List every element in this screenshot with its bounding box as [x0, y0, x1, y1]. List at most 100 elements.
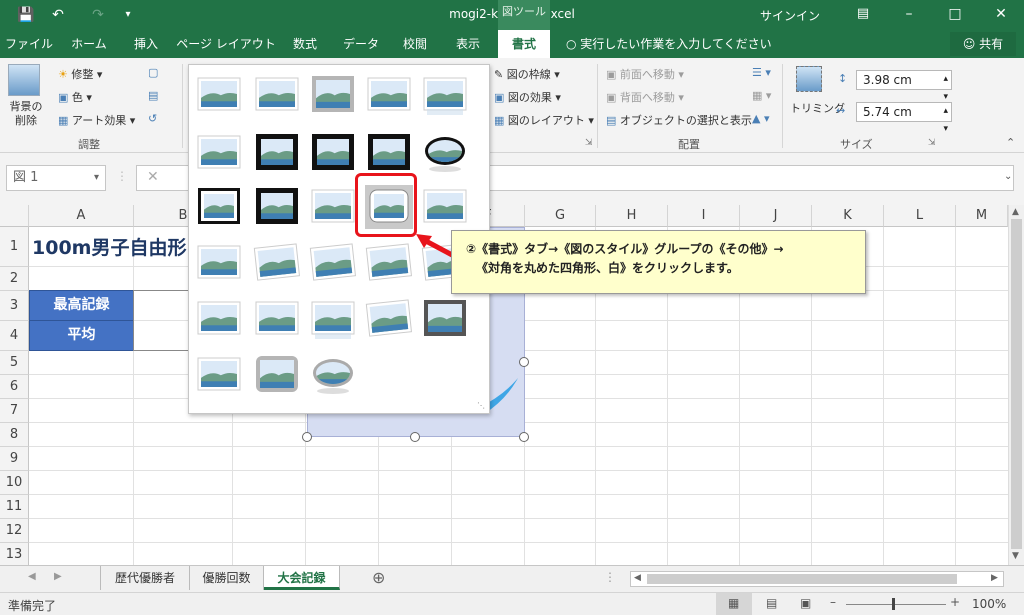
compress-pictures-icon[interactable]: ▢: [148, 66, 158, 79]
scroll-right-icon[interactable]: ▶: [991, 573, 998, 583]
remove-background-button[interactable]: 背景の 削除: [6, 100, 46, 128]
resize-handle[interactable]: [410, 432, 420, 442]
change-picture-icon[interactable]: ▤: [148, 89, 158, 102]
scroll-thumb[interactable]: [1011, 219, 1022, 549]
picture-style-thumbnail[interactable]: [195, 73, 243, 117]
cell-a4-average[interactable]: 平均: [29, 320, 134, 351]
row-header[interactable]: 10: [0, 471, 29, 495]
scroll-thumb[interactable]: [647, 574, 957, 584]
size-dialog-launcher-icon[interactable]: ⇲: [928, 138, 936, 148]
rotate-icon[interactable]: ▲ ▾: [752, 112, 769, 125]
row-header[interactable]: 6: [0, 375, 29, 399]
resize-handle[interactable]: [519, 357, 529, 367]
tab-view[interactable]: 表示: [442, 30, 494, 58]
signin-link[interactable]: サインイン: [760, 7, 820, 24]
picture-style-thumbnail[interactable]: [195, 353, 243, 397]
zoom-level[interactable]: 100%: [972, 597, 1006, 611]
remove-background-icon[interactable]: [8, 64, 40, 96]
picture-style-thumbnail[interactable]: [253, 241, 301, 285]
collapse-ribbon-icon[interactable]: ⌃: [1006, 136, 1015, 149]
sheet-tab-records[interactable]: 大会記録: [264, 566, 340, 590]
ribbon-display-options-icon[interactable]: ▤: [840, 0, 886, 30]
chevron-down-icon[interactable]: ▾: [94, 166, 99, 190]
vertical-scrollbar[interactable]: ▲ ▼: [1008, 205, 1024, 565]
tell-me-box[interactable]: ○ 実行したい作業を入力してください: [566, 30, 772, 58]
tab-format[interactable]: 書式: [498, 30, 550, 58]
normal-view-button[interactable]: ▦: [716, 593, 752, 615]
row-header[interactable]: 2: [0, 267, 29, 291]
row-header[interactable]: 4: [0, 321, 29, 351]
picture-style-thumbnail[interactable]: [253, 73, 301, 117]
column-header[interactable]: J: [740, 205, 812, 227]
picture-style-thumbnail[interactable]: [253, 353, 301, 397]
select-all-corner[interactable]: [0, 205, 29, 227]
group-objects-icon[interactable]: ▦ ▾: [752, 89, 771, 102]
reset-picture-icon[interactable]: ↺: [148, 112, 157, 125]
scroll-up-icon[interactable]: ▲: [1012, 207, 1019, 217]
send-backward-button[interactable]: ▣ 背面へ移動 ▾: [606, 89, 684, 105]
picture-style-thumbnail[interactable]: [365, 131, 413, 175]
add-sheet-icon[interactable]: ⊕: [372, 568, 385, 587]
picture-style-thumbnail[interactable]: [253, 131, 301, 175]
row-header[interactable]: 12: [0, 519, 29, 543]
scroll-left-icon[interactable]: ◀: [634, 573, 641, 583]
picture-style-thumbnail[interactable]: [421, 73, 469, 117]
picture-style-thumbnail[interactable]: [309, 241, 357, 285]
name-box[interactable]: 図 1 ▾: [6, 165, 106, 191]
row-header[interactable]: 5: [0, 351, 29, 375]
tab-data[interactable]: データ: [334, 30, 388, 58]
row-header[interactable]: 8: [0, 423, 29, 447]
next-sheet-icon[interactable]: ▶: [54, 571, 62, 582]
column-header[interactable]: I: [668, 205, 740, 227]
column-header[interactable]: H: [596, 205, 668, 227]
selection-pane-button[interactable]: ▤ オブジェクトの選択と表示: [606, 112, 752, 128]
picture-style-thumbnail[interactable]: [421, 131, 469, 175]
artistic-effects-button[interactable]: ▦ アート効果 ▾: [58, 112, 135, 128]
picture-layout-button[interactable]: ▦ 図のレイアウト ▾: [494, 112, 594, 128]
picture-style-thumbnail[interactable]: [195, 185, 243, 229]
expand-formula-bar-icon[interactable]: ⌄: [1004, 171, 1012, 182]
tab-home[interactable]: ホーム: [60, 30, 118, 58]
row-header[interactable]: 9: [0, 447, 29, 471]
share-button[interactable]: ☺ 共有: [950, 32, 1016, 56]
picture-style-thumbnail[interactable]: [309, 185, 357, 229]
minimize-icon[interactable]: –: [886, 0, 932, 30]
tab-insert[interactable]: 挿入: [120, 30, 172, 58]
column-header[interactable]: A: [29, 205, 134, 227]
resize-handle[interactable]: [302, 432, 312, 442]
picture-style-thumbnail[interactable]: [309, 297, 357, 341]
picture-style-thumbnail[interactable]: [365, 297, 413, 341]
page-layout-view-icon[interactable]: ▤: [766, 596, 777, 610]
bring-forward-button[interactable]: ▣ 前面へ移動 ▾: [606, 66, 684, 82]
tab-page-layout[interactable]: ページ レイアウト: [176, 30, 276, 58]
picture-style-thumbnail[interactable]: [309, 131, 357, 175]
spinner-arrows-icon[interactable]: ▴ ▾: [943, 70, 948, 106]
picture-style-thumbnail[interactable]: [253, 185, 301, 229]
horizontal-scrollbar[interactable]: ◀ ▶: [630, 571, 1004, 587]
tab-file[interactable]: ファイル: [0, 30, 58, 58]
corrections-button[interactable]: ☀ 修整 ▾: [58, 66, 102, 82]
picture-style-thumbnail[interactable]: [365, 241, 413, 285]
picture-style-thumbnail[interactable]: [195, 297, 243, 341]
sheet-tab-winners[interactable]: 歴代優勝者: [100, 566, 190, 590]
prev-sheet-icon[interactable]: ◀: [28, 571, 36, 582]
width-spinner[interactable]: 5.74 cm ▴ ▾: [856, 102, 952, 134]
resize-grip-icon[interactable]: ⋱: [477, 401, 485, 410]
column-header[interactable]: M: [956, 205, 1008, 227]
height-spinner[interactable]: 3.98 cm ▴ ▾: [856, 70, 952, 102]
picture-effects-button[interactable]: ▣ 図の効果 ▾: [494, 89, 561, 105]
picture-border-button[interactable]: ✎ 図の枠線 ▾: [494, 66, 560, 82]
row-header[interactable]: 13: [0, 543, 29, 565]
sheet-tab-win-count[interactable]: 優勝回数: [190, 566, 264, 590]
crop-icon[interactable]: [796, 66, 822, 92]
picture-style-thumbnail[interactable]: [309, 353, 357, 397]
zoom-slider[interactable]: [846, 604, 946, 605]
spinner-arrows-icon[interactable]: ▴ ▾: [943, 102, 948, 138]
cell-a3-best-record[interactable]: 最高記録: [29, 290, 134, 321]
styles-dialog-launcher-icon[interactable]: ⇲: [585, 138, 593, 148]
align-icon[interactable]: ☰ ▾: [752, 66, 771, 79]
cancel-icon[interactable]: ✕: [147, 169, 159, 185]
row-header[interactable]: 1: [0, 227, 29, 267]
row-header[interactable]: 3: [0, 291, 29, 321]
picture-style-thumbnail[interactable]: [365, 73, 413, 117]
